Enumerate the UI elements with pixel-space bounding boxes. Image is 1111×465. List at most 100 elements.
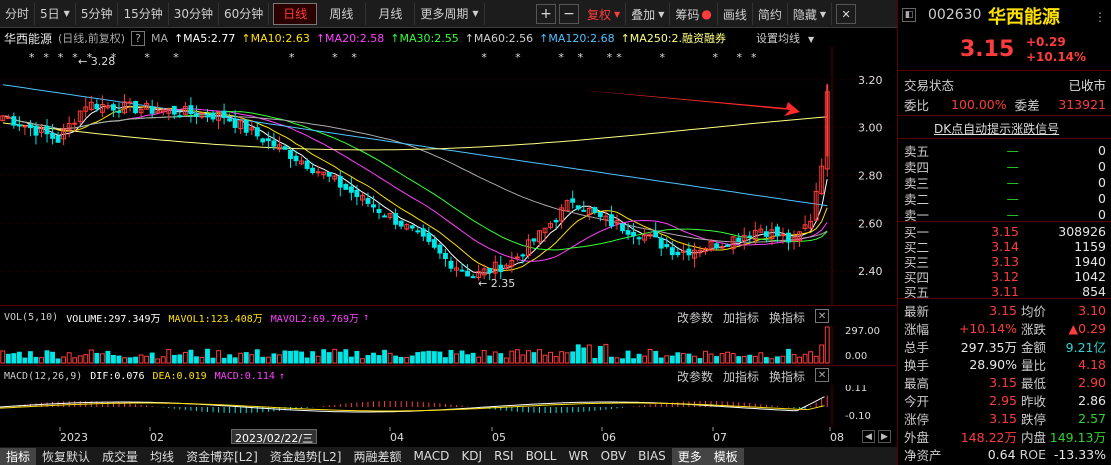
volume-bar	[39, 357, 44, 364]
volume-bar	[182, 351, 188, 364]
vol-change-params[interactable]: 改参数	[677, 309, 713, 326]
vol-add-indicator[interactable]: 加指标	[723, 309, 759, 326]
help-icon[interactable]: ?	[131, 30, 145, 46]
period-5min[interactable]: 5分钟	[76, 2, 119, 25]
volume-bar	[5, 353, 11, 364]
zoom-in-icon[interactable]: +	[536, 4, 556, 24]
indicator-tab[interactable]: RSI	[488, 449, 520, 463]
zoom-out-icon[interactable]: −	[559, 4, 579, 24]
close-icon[interactable]: ✕	[815, 309, 830, 323]
volume-bar	[337, 351, 343, 364]
x-tick-label: 05	[492, 431, 506, 444]
pane-divider	[0, 305, 897, 306]
scroll-left-icon[interactable]: ◀	[862, 430, 875, 443]
period-daily[interactable]: 日线	[273, 2, 318, 25]
indicator-tab[interactable]: 资金趋势[L2]	[264, 448, 348, 465]
overlay-button[interactable]: 叠加 ▼	[626, 3, 671, 25]
volume-bar	[210, 357, 216, 364]
volume-bar	[282, 350, 288, 364]
period-more-label: 更多周期	[420, 7, 469, 21]
period-5day[interactable]: 5日 ▼	[35, 2, 76, 25]
indicator-tab[interactable]: 资金博弈[L2]	[180, 448, 264, 465]
volume-bar	[752, 355, 758, 364]
indicator-tab[interactable]: MACD	[407, 449, 455, 463]
close-icon[interactable]: ✕	[815, 368, 830, 382]
macd-change-params[interactable]: 改参数	[677, 368, 713, 385]
candle-body	[786, 232, 791, 243]
price-change-pct: +10.14%	[1026, 50, 1087, 64]
chips-button[interactable]: 筹码 ●	[670, 3, 718, 25]
indicator-tab[interactable]: 指标	[0, 447, 37, 465]
period-monthly[interactable]: 月线	[366, 2, 416, 25]
draw-line-button[interactable]: 画线	[718, 3, 753, 25]
event-marker: *	[558, 51, 564, 64]
indicator-tab[interactable]: BOLL	[520, 449, 563, 463]
vol-switch-indicator[interactable]: 换指标	[769, 309, 805, 326]
indicator-tab[interactable]: 模板	[707, 447, 744, 465]
volume-bar	[343, 349, 349, 364]
period-weekly[interactable]: 周线	[317, 2, 367, 25]
candle-body	[398, 220, 404, 227]
period-more[interactable]: 更多周期 ▼	[415, 2, 485, 25]
stat-value: 2.95	[989, 393, 1017, 408]
scroll-right-icon[interactable]: ▶	[878, 430, 891, 443]
candle-body	[382, 215, 388, 218]
candle-body	[714, 243, 720, 249]
volume-bar	[708, 353, 714, 364]
notification-dot-icon: ●	[701, 7, 712, 21]
ma-settings-label: 设置均线	[756, 32, 801, 45]
stat-label: 金额	[1020, 340, 1046, 355]
candlestick-chart[interactable]: 3.203.002.802.602.40← 3.28← 2.35* * * * * * * *…	[0, 46, 897, 305]
settings-icon[interactable]: ◧	[902, 8, 916, 22]
more-icon[interactable]: ⋮	[1094, 10, 1106, 24]
indicator-tab[interactable]: 恢复默认	[36, 448, 96, 465]
simple-button[interactable]: 简约	[753, 3, 788, 25]
indicator-tab[interactable]: KDJ	[455, 449, 488, 463]
hide-button[interactable]: 隐藏 ▼	[788, 3, 833, 25]
indicator-tab[interactable]: BIAS	[632, 449, 672, 463]
event-marker: *	[173, 51, 179, 64]
macd-tick: -0.10	[845, 411, 871, 422]
ma-prefix: MA	[150, 31, 168, 45]
period-60min[interactable]: 60分钟	[219, 2, 270, 25]
candle-body	[487, 268, 493, 274]
candle-body	[22, 125, 28, 128]
volume-bar	[83, 354, 89, 364]
indicator-tab[interactable]: 成交量	[96, 448, 144, 465]
ma-settings[interactable]: 设置均线 ▼	[756, 30, 820, 46]
volume-bar	[393, 355, 399, 364]
volume-bar	[653, 350, 659, 364]
volume-bar	[669, 355, 675, 364]
indicator-tab[interactable]: OBV	[595, 449, 633, 463]
period-intraday[interactable]: 分时	[0, 2, 36, 25]
indicator-tab[interactable]: WR	[562, 449, 594, 463]
event-marker: *	[712, 51, 718, 64]
candle-body	[470, 276, 476, 279]
volume-bar	[431, 351, 437, 364]
macd-pane-buttons: 改参数 加指标 换指标 ✕	[677, 368, 830, 385]
stat-value: 3.15	[989, 411, 1017, 426]
status-row: 交易状态 已收市	[904, 75, 1106, 94]
chart-tools: + − 复权 ▼ 叠加 ▼ 筹码 ● 画线 简约 隐藏 ▼ ✕	[536, 0, 859, 28]
stat-value: 28.90%	[969, 357, 1017, 372]
candle-body	[210, 112, 216, 120]
indicator-tab[interactable]: 两融差额	[347, 448, 407, 465]
close-icon[interactable]: ✕	[836, 4, 857, 24]
volume-bar	[188, 349, 194, 364]
candle-body	[431, 239, 437, 248]
x-tick-label: 07	[713, 431, 727, 444]
indicator-tab[interactable]: 均线	[144, 448, 180, 465]
volume-bar	[686, 353, 692, 364]
period-30min[interactable]: 30分钟	[169, 2, 220, 25]
volume-bar	[631, 358, 637, 364]
candle-body	[498, 264, 504, 273]
macd-add-indicator[interactable]: 加指标	[723, 368, 759, 385]
indicator-tab[interactable]: 更多	[671, 447, 708, 465]
macd-switch-indicator[interactable]: 换指标	[769, 368, 805, 385]
period-15min[interactable]: 15分钟	[118, 2, 169, 25]
book-price: —	[1006, 191, 1020, 206]
dk-signal-link[interactable]: DK点自动提示涨跌信号	[934, 120, 1059, 137]
event-marker: *	[43, 51, 49, 64]
volume-bar	[133, 356, 139, 364]
fuquan-button[interactable]: 复权 ▼	[582, 3, 627, 25]
